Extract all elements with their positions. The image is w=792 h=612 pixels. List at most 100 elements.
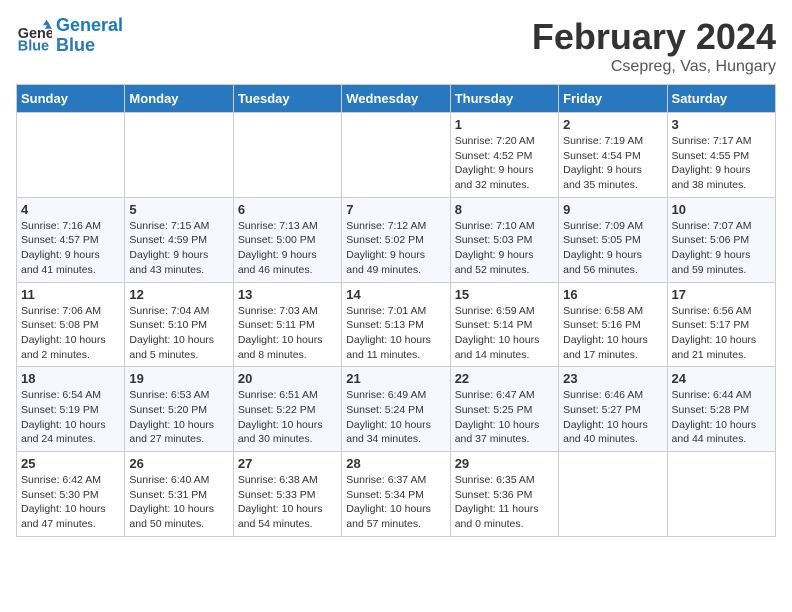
calendar-cell [559,452,667,537]
calendar-cell: 7 Sunrise: 7:12 AM Sunset: 5:02 PM Daylig… [342,197,450,282]
calendar-cell: 24 Sunrise: 6:44 AM Sunset: 5:28 PM Dayli… [667,367,775,452]
day-number: 13 [238,287,337,302]
logo-blue: Blue [56,35,95,55]
calendar-cell: 21 Sunrise: 6:49 AM Sunset: 5:24 PM Dayli… [342,367,450,452]
day-info: Sunrise: 6:35 AM Sunset: 5:36 PM Dayligh… [455,473,554,532]
day-info: Sunrise: 7:10 AM Sunset: 5:03 PM Dayligh… [455,219,554,278]
day-number: 11 [21,287,120,302]
logo-icon: General Blue [16,18,52,54]
day-info: Sunrise: 7:19 AM Sunset: 4:54 PM Dayligh… [563,134,662,193]
calendar-week-row: 1 Sunrise: 7:20 AM Sunset: 4:52 PM Daylig… [17,113,776,198]
calendar-table: SundayMondayTuesdayWednesdayThursdayFrid… [16,84,776,537]
day-number: 18 [21,371,120,386]
calendar-cell: 19 Sunrise: 6:53 AM Sunset: 5:20 PM Dayli… [125,367,233,452]
calendar-cell: 8 Sunrise: 7:10 AM Sunset: 5:03 PM Daylig… [450,197,558,282]
day-info: Sunrise: 7:04 AM Sunset: 5:10 PM Dayligh… [129,304,228,363]
day-of-week-header: Saturday [667,85,775,113]
calendar-cell: 17 Sunrise: 6:56 AM Sunset: 5:17 PM Dayli… [667,282,775,367]
calendar-cell: 13 Sunrise: 7:03 AM Sunset: 5:11 PM Dayli… [233,282,341,367]
day-number: 23 [563,371,662,386]
day-info: Sunrise: 7:20 AM Sunset: 4:52 PM Dayligh… [455,134,554,193]
day-info: Sunrise: 6:44 AM Sunset: 5:28 PM Dayligh… [672,388,771,447]
calendar-cell: 14 Sunrise: 7:01 AM Sunset: 5:13 PM Dayli… [342,282,450,367]
day-number: 25 [21,456,120,471]
day-number: 4 [21,202,120,217]
day-info: Sunrise: 6:53 AM Sunset: 5:20 PM Dayligh… [129,388,228,447]
day-info: Sunrise: 6:51 AM Sunset: 5:22 PM Dayligh… [238,388,337,447]
day-info: Sunrise: 7:12 AM Sunset: 5:02 PM Dayligh… [346,219,445,278]
day-info: Sunrise: 7:03 AM Sunset: 5:11 PM Dayligh… [238,304,337,363]
day-of-week-header: Tuesday [233,85,341,113]
day-info: Sunrise: 6:58 AM Sunset: 5:16 PM Dayligh… [563,304,662,363]
calendar-cell: 6 Sunrise: 7:13 AM Sunset: 5:00 PM Daylig… [233,197,341,282]
calendar-cell [342,113,450,198]
calendar-cell: 16 Sunrise: 6:58 AM Sunset: 5:16 PM Dayli… [559,282,667,367]
day-number: 6 [238,202,337,217]
logo-general: General [56,15,123,35]
day-info: Sunrise: 6:49 AM Sunset: 5:24 PM Dayligh… [346,388,445,447]
day-number: 9 [563,202,662,217]
svg-text:Blue: Blue [18,38,49,54]
calendar-week-row: 18 Sunrise: 6:54 AM Sunset: 5:19 PM Dayli… [17,367,776,452]
day-number: 8 [455,202,554,217]
day-of-week-header: Friday [559,85,667,113]
day-info: Sunrise: 7:17 AM Sunset: 4:55 PM Dayligh… [672,134,771,193]
day-number: 17 [672,287,771,302]
logo-text: General Blue [56,16,123,56]
calendar-cell: 18 Sunrise: 6:54 AM Sunset: 5:19 PM Dayli… [17,367,125,452]
calendar-cell: 5Sunrise: 7:15 AM Sunset: 4:59 PM Daylig… [125,197,233,282]
calendar-cell: 12 Sunrise: 7:04 AM Sunset: 5:10 PM Dayli… [125,282,233,367]
day-number: 10 [672,202,771,217]
calendar-title: February 2024 [532,16,776,58]
day-number: 12 [129,287,228,302]
day-info: Sunrise: 6:37 AM Sunset: 5:34 PM Dayligh… [346,473,445,532]
calendar-cell: 29 Sunrise: 6:35 AM Sunset: 5:36 PM Dayli… [450,452,558,537]
calendar-cell: 27 Sunrise: 6:38 AM Sunset: 5:33 PM Dayli… [233,452,341,537]
calendar-cell: 11Sunrise: 7:06 AM Sunset: 5:08 PM Dayli… [17,282,125,367]
day-number: 29 [455,456,554,471]
day-of-week-header: Thursday [450,85,558,113]
day-number: 24 [672,371,771,386]
title-area: February 2024 Csepreg, Vas, Hungary [532,16,776,76]
calendar-week-row: 25Sunrise: 6:42 AM Sunset: 5:30 PM Dayli… [17,452,776,537]
day-number: 27 [238,456,337,471]
calendar-cell: 23Sunrise: 6:46 AM Sunset: 5:27 PM Dayli… [559,367,667,452]
day-info: Sunrise: 7:01 AM Sunset: 5:13 PM Dayligh… [346,304,445,363]
day-number: 7 [346,202,445,217]
day-info: Sunrise: 7:15 AM Sunset: 4:59 PM Dayligh… [129,219,228,278]
day-number: 14 [346,287,445,302]
calendar-header-row: SundayMondayTuesdayWednesdayThursdayFrid… [17,85,776,113]
header: General Blue General Blue February 2024 … [16,16,776,76]
day-info: Sunrise: 7:13 AM Sunset: 5:00 PM Dayligh… [238,219,337,278]
calendar-cell: 1 Sunrise: 7:20 AM Sunset: 4:52 PM Daylig… [450,113,558,198]
day-number: 2 [563,117,662,132]
calendar-cell: 20 Sunrise: 6:51 AM Sunset: 5:22 PM Dayli… [233,367,341,452]
calendar-week-row: 4Sunrise: 7:16 AM Sunset: 4:57 PM Daylig… [17,197,776,282]
calendar-cell: 2 Sunrise: 7:19 AM Sunset: 4:54 PM Daylig… [559,113,667,198]
day-number: 15 [455,287,554,302]
calendar-cell: 9 Sunrise: 7:09 AM Sunset: 5:05 PM Daylig… [559,197,667,282]
calendar-cell: 10 Sunrise: 7:07 AM Sunset: 5:06 PM Dayli… [667,197,775,282]
day-number: 26 [129,456,228,471]
day-info: Sunrise: 7:09 AM Sunset: 5:05 PM Dayligh… [563,219,662,278]
day-number: 19 [129,371,228,386]
calendar-cell [17,113,125,198]
day-info: Sunrise: 6:47 AM Sunset: 5:25 PM Dayligh… [455,388,554,447]
day-info: Sunrise: 6:38 AM Sunset: 5:33 PM Dayligh… [238,473,337,532]
day-info: Sunrise: 6:40 AM Sunset: 5:31 PM Dayligh… [129,473,228,532]
calendar-cell: 28 Sunrise: 6:37 AM Sunset: 5:34 PM Dayli… [342,452,450,537]
day-number: 28 [346,456,445,471]
day-number: 16 [563,287,662,302]
day-number: 20 [238,371,337,386]
calendar-cell [233,113,341,198]
day-info: Sunrise: 6:54 AM Sunset: 5:19 PM Dayligh… [21,388,120,447]
day-number: 21 [346,371,445,386]
logo: General Blue General Blue [16,16,123,56]
day-of-week-header: Sunday [17,85,125,113]
day-info: Sunrise: 7:07 AM Sunset: 5:06 PM Dayligh… [672,219,771,278]
calendar-cell [667,452,775,537]
day-number: 1 [455,117,554,132]
calendar-cell: 22 Sunrise: 6:47 AM Sunset: 5:25 PM Dayli… [450,367,558,452]
day-info: Sunrise: 6:56 AM Sunset: 5:17 PM Dayligh… [672,304,771,363]
day-number: 22 [455,371,554,386]
